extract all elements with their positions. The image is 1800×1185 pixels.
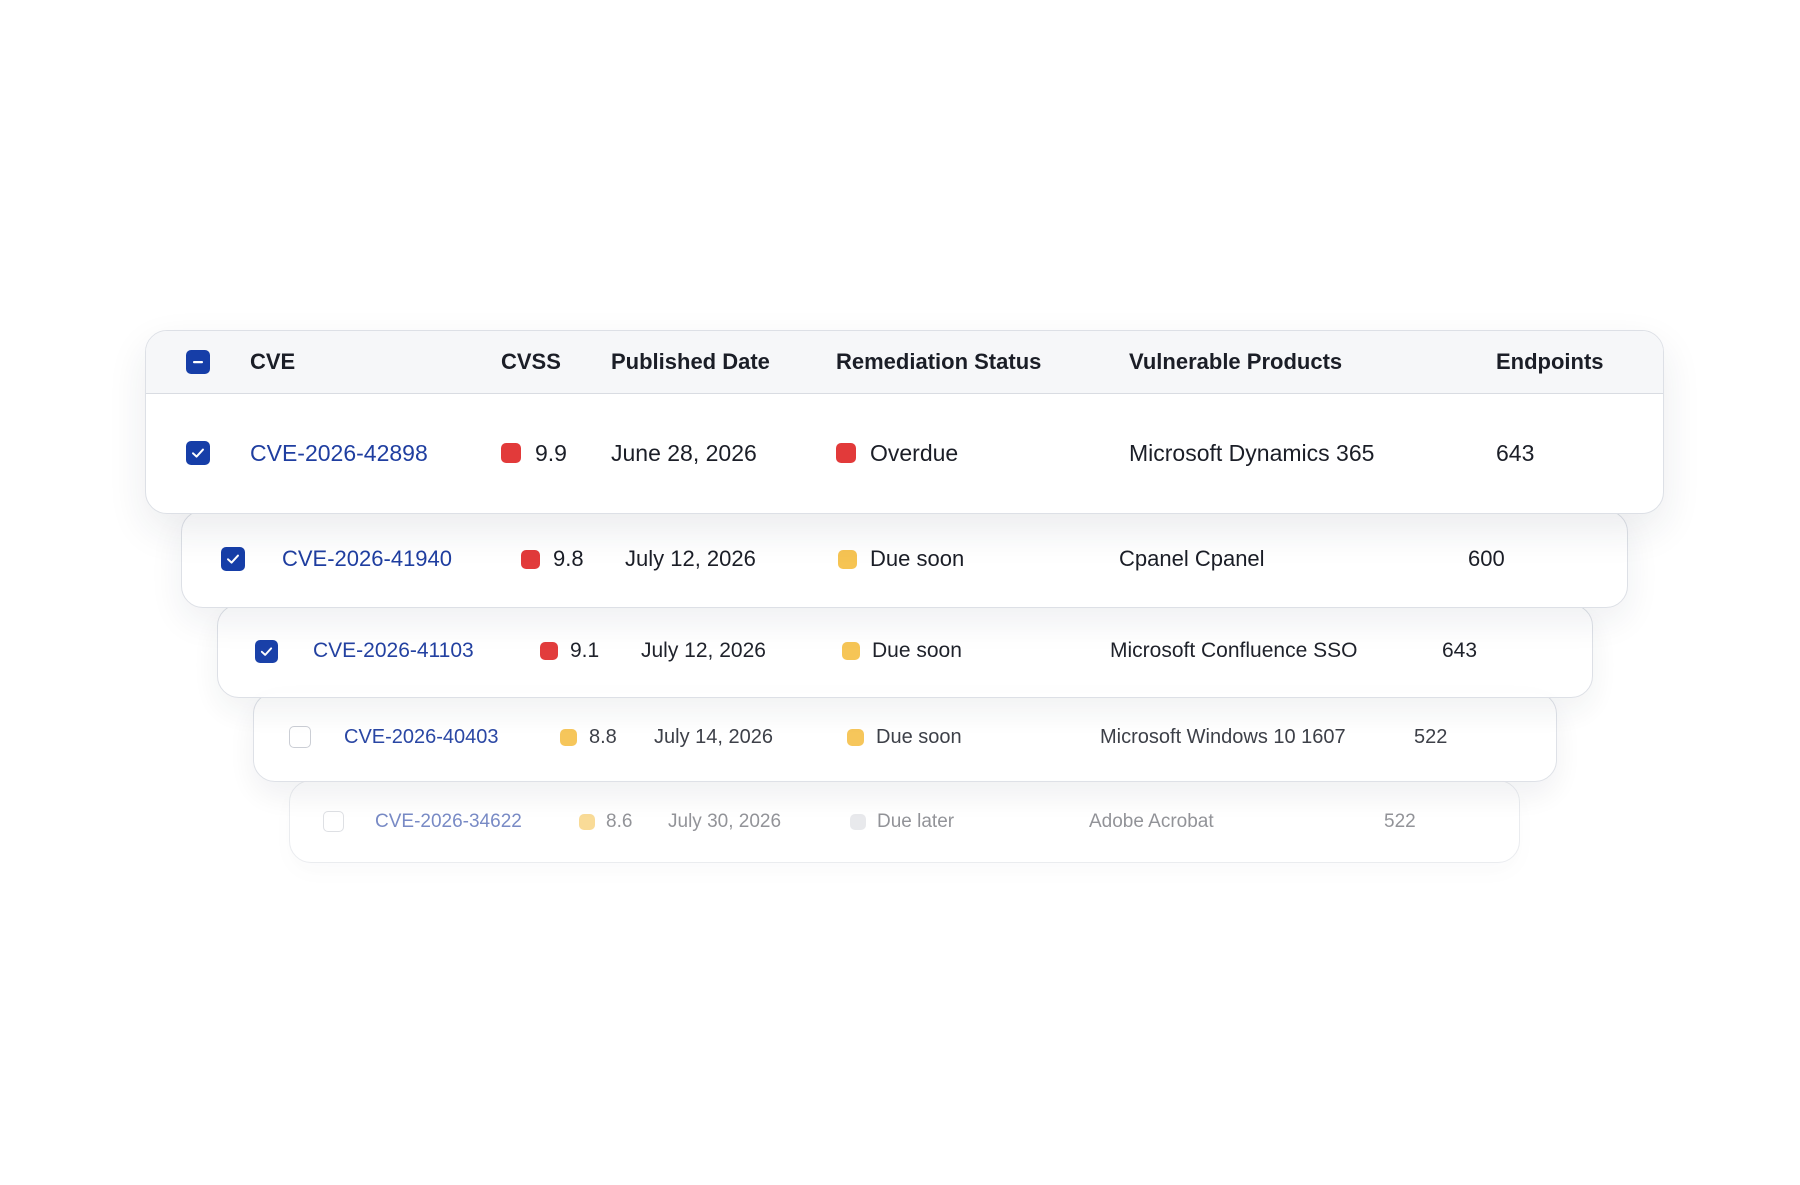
severity-dot: [521, 549, 540, 569]
severity-dot: [540, 642, 558, 660]
remediation-status: Overdue: [836, 393, 958, 513]
remediation-status: Due soon: [847, 693, 962, 781]
cvss-score: 9.8: [521, 511, 584, 607]
severity-dot: [579, 813, 595, 830]
status-label: Due soon: [870, 546, 965, 571]
cvss-value: 8.8: [589, 725, 617, 748]
cvss-score: 8.8: [560, 693, 617, 781]
checkmark-icon: [227, 554, 239, 564]
column-header-published-date[interactable]: Published Date: [611, 331, 770, 393]
status-label: Due soon: [876, 725, 962, 748]
row-checkbox[interactable]: [323, 811, 344, 832]
endpoints-count: 600: [1468, 546, 1505, 571]
row-checkbox[interactable]: [221, 547, 245, 571]
vulnerable-product: Adobe Acrobat: [1089, 810, 1214, 832]
table-row[interactable]: CVE-2026-41103 9.1 July 12, 2026 Due soo…: [217, 604, 1593, 698]
status-dot: [836, 443, 856, 463]
cvss-value: 9.8: [553, 546, 584, 571]
row-checkbox[interactable]: [186, 441, 210, 465]
cvss-score: 8.6: [579, 781, 632, 862]
cvss-score: 9.1: [540, 605, 599, 697]
checkmark-icon: [260, 646, 273, 656]
endpoints-count: 522: [1384, 810, 1416, 832]
published-date: July 12, 2026: [641, 639, 766, 662]
status-label: Due soon: [872, 639, 962, 662]
cve-id-link[interactable]: CVE-2026-41103: [313, 605, 474, 697]
table-row[interactable]: CVE-2026-40403 8.8 July 14, 2026 Due soo…: [253, 692, 1557, 782]
status-dot: [850, 813, 866, 830]
row-checkbox[interactable]: [289, 726, 311, 748]
select-all-checkbox[interactable]: [186, 350, 210, 374]
cve-id-link[interactable]: CVE-2026-40403: [344, 693, 499, 781]
endpoints-count: 643: [1442, 639, 1478, 662]
status-dot: [842, 642, 860, 660]
published-date: July 12, 2026: [625, 546, 756, 571]
status-dot: [847, 728, 864, 746]
vulnerable-product: Microsoft Windows 10 1607: [1100, 725, 1346, 748]
vulnerable-product: Microsoft Dynamics 365: [1129, 439, 1375, 466]
table-row[interactable]: CVE-2026-34622 8.6 July 30, 2026 Due lat…: [289, 780, 1520, 863]
remediation-status: Due soon: [842, 605, 962, 697]
remediation-status: Due later: [850, 781, 954, 862]
column-header-endpoints[interactable]: Endpoints: [1496, 331, 1604, 393]
cvss-value: 8.6: [606, 810, 633, 832]
status-label: Overdue: [870, 439, 959, 466]
table-header: CVE CVSS Published Date Remediation Stat…: [146, 331, 1663, 394]
published-date: July 30, 2026: [668, 810, 782, 832]
column-header-vulnerable-products[interactable]: Vulnerable Products: [1129, 331, 1342, 393]
severity-dot: [560, 728, 577, 746]
cvss-score: 9.9: [501, 393, 567, 513]
endpoints-count: 522: [1414, 725, 1448, 748]
checkmark-icon: [192, 448, 204, 458]
cvss-value: 9.1: [570, 639, 600, 662]
cve-id-link[interactable]: CVE-2026-41940: [282, 511, 452, 607]
column-header-cve[interactable]: CVE: [250, 331, 295, 393]
column-header-cvss[interactable]: CVSS: [501, 331, 561, 393]
severity-dot: [501, 443, 521, 463]
column-header-remediation-status[interactable]: Remediation Status: [836, 331, 1041, 393]
remediation-status: Due soon: [838, 511, 964, 607]
cve-id-link[interactable]: CVE-2026-42898: [250, 393, 428, 513]
status-dot: [838, 549, 857, 569]
endpoints-count: 643: [1496, 439, 1535, 466]
table-row[interactable]: CVE-2026-41940 9.8 July 12, 2026 Due soo…: [181, 510, 1628, 608]
table-row[interactable]: CVE-2026-42898 9.9 June 28, 2026 Overdue…: [146, 393, 1663, 513]
cve-id-link[interactable]: CVE-2026-34622: [375, 781, 522, 862]
cvss-value: 9.9: [535, 439, 567, 466]
status-label: Due later: [877, 810, 955, 832]
minus-icon: [193, 361, 203, 364]
row-checkbox[interactable]: [255, 639, 278, 663]
vulnerable-product: Cpanel Cpanel: [1119, 546, 1265, 571]
published-date: July 14, 2026: [654, 725, 773, 748]
vulnerable-product: Microsoft Confluence SSO: [1110, 639, 1358, 662]
published-date: June 28, 2026: [611, 439, 757, 466]
cve-table-card-main: CVE CVSS Published Date Remediation Stat…: [145, 330, 1664, 514]
